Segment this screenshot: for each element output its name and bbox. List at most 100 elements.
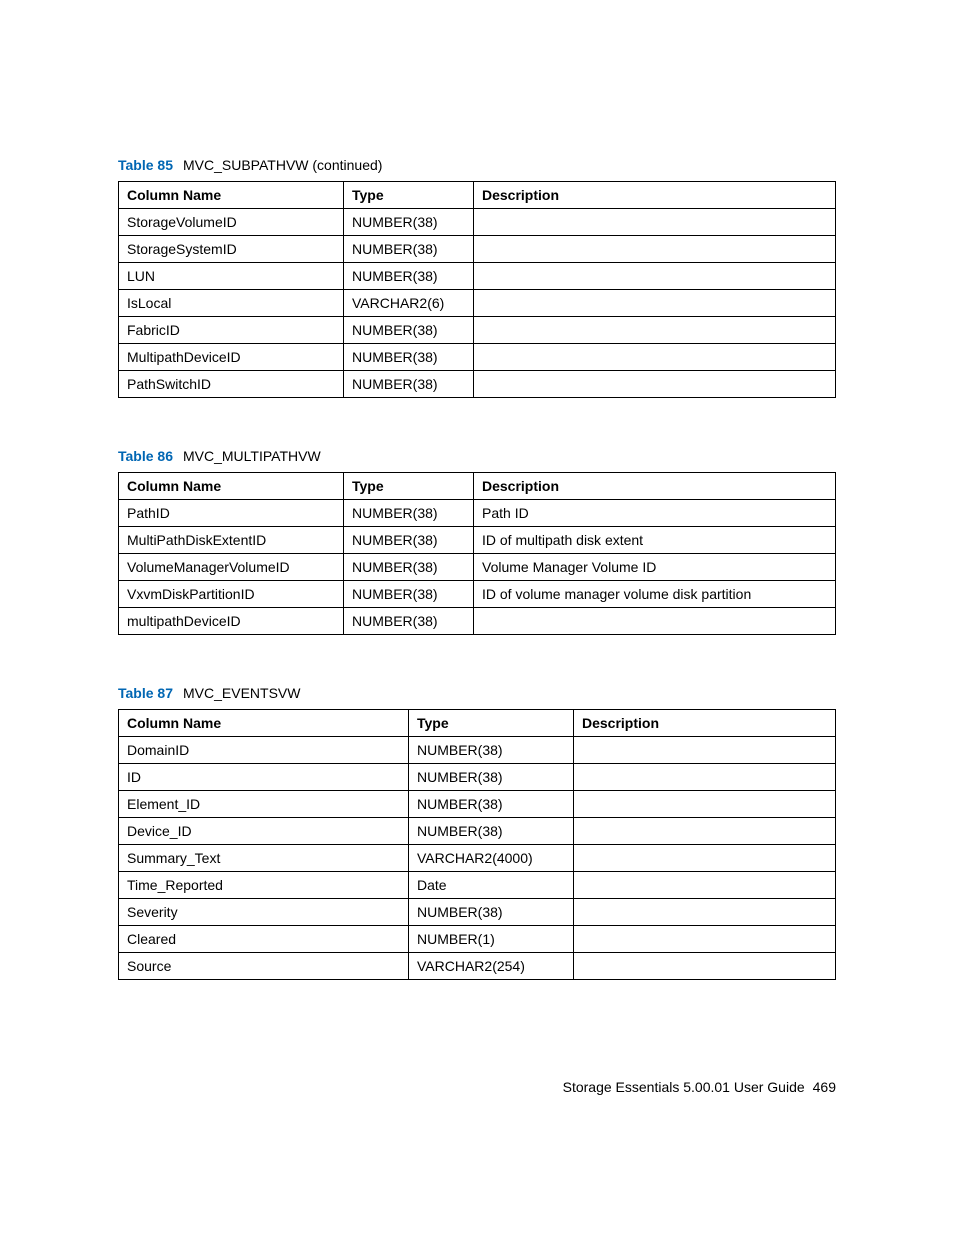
table-cell: VARCHAR2(254) (409, 953, 574, 980)
page-footer: Storage Essentials 5.00.01 User Guide469 (563, 1079, 836, 1095)
table-cell: NUMBER(38) (344, 554, 474, 581)
table-cell: Cleared (119, 926, 409, 953)
table-cell: NUMBER(38) (344, 317, 474, 344)
table-cell: NUMBER(38) (344, 263, 474, 290)
page-number: 469 (813, 1079, 836, 1095)
table-87: Column Name Type Description DomainIDNUM… (118, 709, 836, 980)
col-header: Description (474, 473, 836, 500)
table-cell: NUMBER(38) (409, 764, 574, 791)
table-cell: StorageVolumeID (119, 209, 344, 236)
table-85-caption: Table 85MVC_SUBPATHVW (continued) (118, 157, 836, 173)
table-cell: NUMBER(38) (409, 818, 574, 845)
table-row: Element_IDNUMBER(38) (119, 791, 836, 818)
table-header-row: Column Name Type Description (119, 182, 836, 209)
table-row: StorageSystemIDNUMBER(38) (119, 236, 836, 263)
table-86-title: MVC_MULTIPATHVW (183, 448, 321, 464)
table-87-label: Table 87 (118, 685, 173, 701)
table-86-body: PathIDNUMBER(38)Path IDMultiPathDiskExte… (119, 500, 836, 635)
table-cell: Date (409, 872, 574, 899)
table-85-title: MVC_SUBPATHVW (continued) (183, 157, 382, 173)
table-cell (474, 209, 836, 236)
table-cell: VARCHAR2(6) (344, 290, 474, 317)
col-header: Type (409, 710, 574, 737)
table-cell (474, 371, 836, 398)
table-cell: Severity (119, 899, 409, 926)
table-row: PathSwitchIDNUMBER(38) (119, 371, 836, 398)
table-cell: VxvmDiskPartitionID (119, 581, 344, 608)
table-row: ClearedNUMBER(1) (119, 926, 836, 953)
table-cell: NUMBER(38) (344, 608, 474, 635)
table-cell (574, 764, 836, 791)
table-row: SourceVARCHAR2(254) (119, 953, 836, 980)
table-cell (574, 872, 836, 899)
table-row: MultipathDeviceIDNUMBER(38) (119, 344, 836, 371)
col-header: Column Name (119, 473, 344, 500)
col-header: Column Name (119, 182, 344, 209)
col-header: Description (574, 710, 836, 737)
table-cell (474, 608, 836, 635)
table-cell: Summary_Text (119, 845, 409, 872)
col-header: Type (344, 182, 474, 209)
table-cell (474, 317, 836, 344)
col-header: Column Name (119, 710, 409, 737)
table-cell: NUMBER(38) (409, 791, 574, 818)
table-cell: Path ID (474, 500, 836, 527)
table-cell: IsLocal (119, 290, 344, 317)
table-cell (574, 818, 836, 845)
table-cell: NUMBER(38) (344, 209, 474, 236)
table-cell: ID of multipath disk extent (474, 527, 836, 554)
table-cell: DomainID (119, 737, 409, 764)
table-header-row: Column Name Type Description (119, 473, 836, 500)
table-cell: NUMBER(1) (409, 926, 574, 953)
table-cell: PathID (119, 500, 344, 527)
table-cell (474, 344, 836, 371)
table-row: VolumeManagerVolumeIDNUMBER(38)Volume Ma… (119, 554, 836, 581)
table-cell (574, 926, 836, 953)
page: Table 85MVC_SUBPATHVW (continued) Column… (0, 0, 954, 1235)
table-cell (574, 737, 836, 764)
table-87-title: MVC_EVENTSVW (183, 685, 300, 701)
table-85: Column Name Type Description StorageVolu… (118, 181, 836, 398)
table-87-caption: Table 87 MVC_EVENTSVW (118, 685, 836, 701)
table-row: FabricIDNUMBER(38) (119, 317, 836, 344)
table-row: MultiPathDiskExtentIDNUMBER(38)ID of mul… (119, 527, 836, 554)
table-row: LUNNUMBER(38) (119, 263, 836, 290)
table-cell: NUMBER(38) (344, 371, 474, 398)
table-row: PathIDNUMBER(38)Path ID (119, 500, 836, 527)
table-cell: Volume Manager Volume ID (474, 554, 836, 581)
table-cell (574, 953, 836, 980)
table-cell: NUMBER(38) (344, 236, 474, 263)
table-cell: ID (119, 764, 409, 791)
table-85-body: StorageVolumeIDNUMBER(38)StorageSystemID… (119, 209, 836, 398)
table-87-body: DomainIDNUMBER(38)IDNUMBER(38)Element_ID… (119, 737, 836, 980)
table-cell: PathSwitchID (119, 371, 344, 398)
table-row: StorageVolumeIDNUMBER(38) (119, 209, 836, 236)
table-cell: NUMBER(38) (344, 500, 474, 527)
table-cell: LUN (119, 263, 344, 290)
table-cell: MultiPathDiskExtentID (119, 527, 344, 554)
table-cell: Time_Reported (119, 872, 409, 899)
table-row: Device_IDNUMBER(38) (119, 818, 836, 845)
table-cell: NUMBER(38) (344, 344, 474, 371)
col-header: Description (474, 182, 836, 209)
table-header-row: Column Name Type Description (119, 710, 836, 737)
table-row: Time_ReportedDate (119, 872, 836, 899)
table-cell: Element_ID (119, 791, 409, 818)
table-row: DomainIDNUMBER(38) (119, 737, 836, 764)
col-header: Type (344, 473, 474, 500)
table-cell (574, 845, 836, 872)
table-cell: MultipathDeviceID (119, 344, 344, 371)
table-cell: Source (119, 953, 409, 980)
table-86-label: Table 86 (118, 448, 173, 464)
table-cell: NUMBER(38) (409, 899, 574, 926)
table-row: IDNUMBER(38) (119, 764, 836, 791)
table-row: IsLocalVARCHAR2(6) (119, 290, 836, 317)
table-cell (574, 791, 836, 818)
table-cell: ID of volume manager volume disk partiti… (474, 581, 836, 608)
table-row: Summary_TextVARCHAR2(4000) (119, 845, 836, 872)
table-cell: NUMBER(38) (409, 737, 574, 764)
table-86: Column Name Type Description PathIDNUMBE… (118, 472, 836, 635)
table-cell (474, 263, 836, 290)
table-cell: StorageSystemID (119, 236, 344, 263)
table-cell: FabricID (119, 317, 344, 344)
